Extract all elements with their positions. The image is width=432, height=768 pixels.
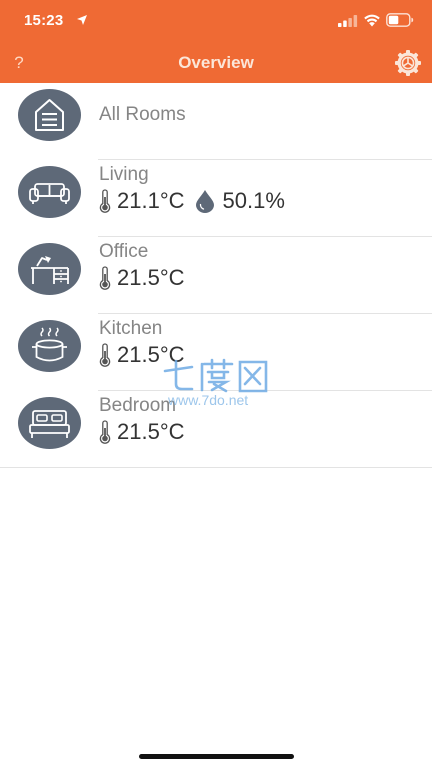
room-readings: 21.5°C [99, 418, 185, 446]
desk-icon [18, 243, 81, 295]
temperature-value: 21.5°C [117, 419, 185, 444]
status-bar: 15:23 [0, 0, 432, 44]
room-readings: 21.5°C [99, 264, 185, 292]
humidity-drop-icon [195, 190, 214, 213]
temperature-value: 21.5°C [117, 265, 185, 290]
nav-bar: ? Overview [0, 44, 432, 83]
watermark-url: www.7do.net [168, 392, 249, 408]
wifi-icon [364, 14, 380, 27]
bed-icon [18, 397, 81, 449]
cooking-pot-icon [18, 320, 81, 372]
location-arrow-icon [77, 15, 87, 25]
status-time: 15:23 [24, 12, 64, 29]
room-name: Living [99, 164, 149, 185]
divider [0, 467, 432, 468]
home-indicator[interactable] [139, 754, 294, 759]
battery-icon [386, 13, 414, 27]
page-title: Overview [178, 53, 254, 72]
temperature-value: 21.1°C [117, 188, 185, 213]
room-name: All Rooms [99, 104, 186, 125]
room-name: Kitchen [99, 318, 163, 339]
room-readings: 21.1°C 50.1% [99, 187, 285, 215]
room-name: Office [99, 241, 149, 262]
thermometer-icon [99, 343, 111, 367]
thermometer-icon [99, 189, 111, 213]
room-row-living[interactable]: Living 21.1°C 50.1% [0, 160, 432, 237]
humidity-value: 50.1% [222, 188, 285, 213]
thermometer-icon [99, 266, 111, 290]
house-icon [18, 89, 81, 141]
cellular-signal-icon [338, 15, 358, 27]
room-row-all-rooms[interactable]: All Rooms [0, 83, 432, 160]
watermark-logo [163, 358, 268, 393]
thermometer-icon [99, 420, 111, 444]
gear-icon[interactable] [394, 49, 422, 77]
room-row-office[interactable]: Office 21.5°C [0, 237, 432, 314]
sofa-icon [18, 166, 81, 218]
header: 15:23 ? Overview [0, 0, 432, 83]
watermark: www.7do.net [162, 358, 282, 418]
